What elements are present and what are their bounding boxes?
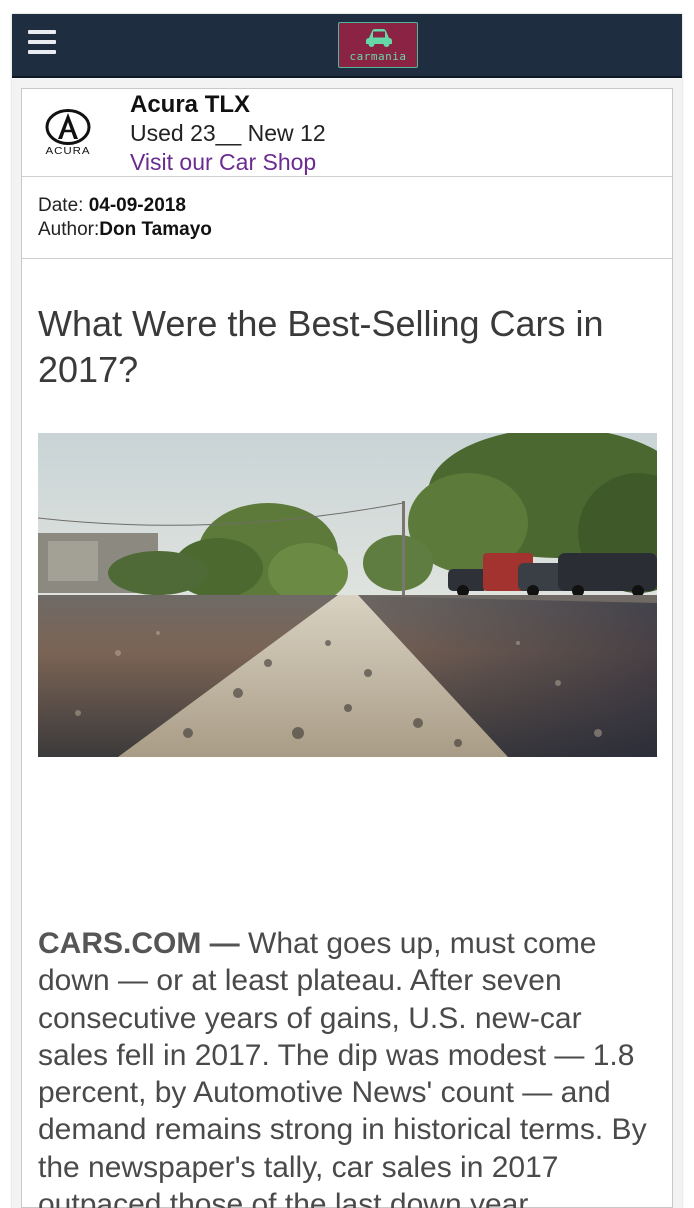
article-source: CARS.COM — (38, 927, 240, 960)
author-line: Author:Don Tamayo (38, 219, 212, 241)
article-meta: Date: 04-09-2018 Author:Don Tamayo (22, 177, 672, 259)
article-card: ACURA Acura TLX Used 23__ New 12 Visit o… (21, 88, 673, 1208)
inventory-counts: Used 23__ New 12 (130, 120, 326, 146)
app-frame: carmania ACURA Acura TLX Used 23__ New 1… (12, 14, 682, 1208)
site-logo[interactable]: carmania (338, 22, 418, 68)
car-name: Acura TLX (130, 91, 251, 118)
date-label: Date: (38, 195, 89, 216)
car-listing-row: ACURA Acura TLX Used 23__ New 12 Visit o… (22, 89, 672, 177)
author-name: Don Tamayo (99, 219, 212, 240)
car-icon (366, 29, 392, 47)
brand-wordmark: ACURA (45, 146, 91, 157)
hamburger-menu-icon[interactable] (28, 28, 56, 56)
road-surface-photo (38, 433, 657, 757)
date-value: 04-09-2018 (88, 195, 186, 216)
top-navbar: carmania (12, 14, 682, 78)
logo-text: carmania (349, 50, 407, 63)
car-shop-link[interactable]: Visit our Car Shop (130, 149, 316, 176)
article-title: What Were the Best-Selling Cars in 2017? (38, 303, 604, 390)
article-body-text: What goes up, must come down — or at lea… (38, 927, 647, 1208)
publish-date: Date: 04-09-2018 (38, 195, 186, 217)
acura-logo-icon: ACURA (36, 109, 100, 161)
article-body: CARS.COM — What goes up, must come down … (38, 925, 658, 1208)
author-label: Author: (38, 219, 100, 240)
